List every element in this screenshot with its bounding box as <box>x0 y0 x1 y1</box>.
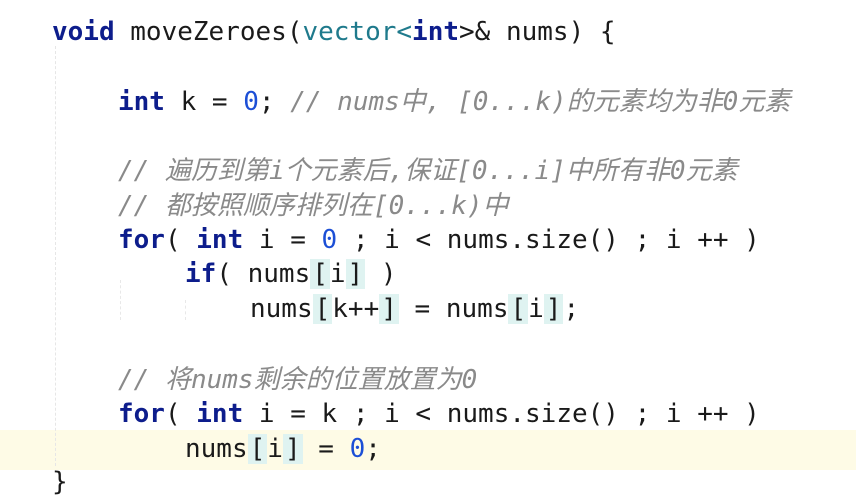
keyword-if: if <box>185 259 217 289</box>
code-text: nums <box>250 294 313 324</box>
comment: // 遍历到第i个元素后,保证[0...i]中所有非0元素 <box>118 156 738 186</box>
number-literal: 0 <box>243 87 259 117</box>
function-name: moveZeroes( <box>130 17 303 47</box>
indent-guide <box>185 300 187 320</box>
code-text: = <box>302 434 350 464</box>
comment: // nums中, [0...k)的元素均为非0元素 <box>290 87 791 117</box>
code-line-assign-k[interactable]: nums[k++] = nums[i]; <box>250 291 579 327</box>
code-text: ( <box>164 399 197 429</box>
index-var: i <box>528 294 544 324</box>
comment: // 都按照顺序排列在[0...k)中 <box>118 191 509 221</box>
code-text: i = <box>243 225 322 255</box>
semicolon: ; <box>563 294 580 324</box>
comment: // 将nums剩余的位置放置为0 <box>118 365 478 395</box>
code-editor[interactable]: void moveZeroes(vector<int>& nums) { int… <box>0 0 856 504</box>
number-literal: 0 <box>349 434 366 464</box>
code-line-comment-3[interactable]: // 将nums剩余的位置放置为0 <box>118 362 477 398</box>
keyword-int: int <box>412 17 460 47</box>
code-line-if[interactable]: if( nums[i] ) <box>185 256 397 292</box>
keyword-int: int <box>196 399 244 429</box>
keyword-for: for <box>118 399 165 429</box>
index-expr: k++ <box>332 294 380 324</box>
index-var: i <box>329 259 346 289</box>
bracket-open: [ <box>312 294 333 324</box>
index-var: i <box>267 434 283 464</box>
current-line-highlight <box>0 430 856 470</box>
keyword-int: int <box>118 87 165 117</box>
code-line-comment-2[interactable]: // 都按照顺序排列在[0...k)中 <box>118 188 509 224</box>
code-text: = nums <box>398 294 509 324</box>
type-vector: vector <box>302 17 397 47</box>
code-line-comment-1[interactable]: // 遍历到第i个元素后,保证[0...i]中所有非0元素 <box>118 153 738 189</box>
code-text: i = k ; i < nums.size() ; i ++ ) <box>243 399 760 429</box>
signature-rest: >& nums) { <box>459 17 616 47</box>
bracket-open: [ <box>508 294 529 324</box>
angle-bracket: < <box>396 17 413 47</box>
code-text: ; i < nums.size() ; i ++ ) <box>337 225 760 255</box>
code-text: nums <box>185 434 248 464</box>
code-text: k = <box>164 87 244 117</box>
indent-guide <box>120 280 122 320</box>
bracket-open: [ <box>310 259 330 289</box>
code-line-assign-zero[interactable]: nums[i] = 0; <box>185 431 381 467</box>
keyword-for: for <box>118 225 165 255</box>
semicolon: ; <box>258 87 291 117</box>
keyword-int: int <box>196 225 244 255</box>
number-literal: 0 <box>321 225 338 255</box>
bracket-close: ] <box>282 434 303 464</box>
code-text: ( nums <box>216 259 311 289</box>
code-line-for-loop-1[interactable]: for( int i = 0 ; i < nums.size() ; i ++ … <box>118 222 760 258</box>
bracket-open: [ <box>247 434 268 464</box>
bracket-close: ] <box>345 259 366 289</box>
code-text: ) <box>365 259 397 289</box>
bracket-close: ] <box>379 294 399 324</box>
keyword-void: void <box>52 17 115 47</box>
bracket-close: ] <box>543 294 564 324</box>
code-text: ( <box>164 225 197 255</box>
semicolon: ; <box>365 434 381 464</box>
indent-guide <box>55 46 57 466</box>
code-line-closing-brace[interactable]: } <box>52 464 68 500</box>
code-line-k-declaration[interactable]: int k = 0; // nums中, [0...k)的元素均为非0元素 <box>118 84 790 120</box>
closing-brace: } <box>52 467 68 497</box>
code-line-for-loop-2[interactable]: for( int i = k ; i < nums.size() ; i ++ … <box>118 396 760 432</box>
code-line-function-signature[interactable]: void moveZeroes(vector<int>& nums) { <box>52 14 616 50</box>
